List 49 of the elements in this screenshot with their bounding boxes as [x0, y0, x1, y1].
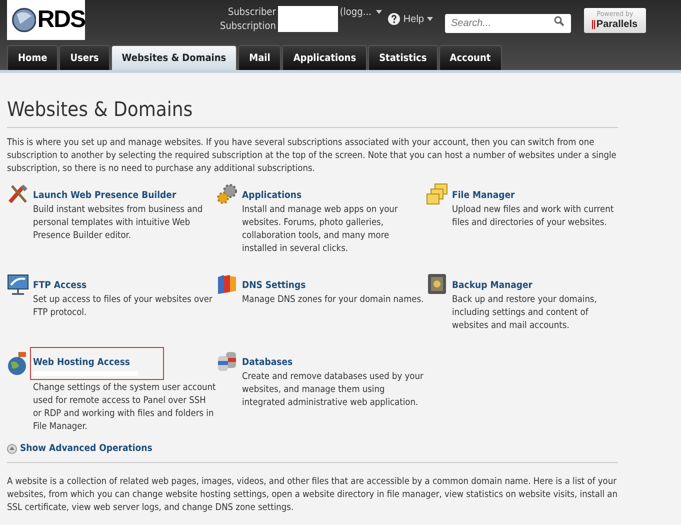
nav-tab[interactable]: Statistics — [368, 45, 438, 70]
tool-link[interactable]: Backup Manager — [452, 280, 532, 291]
tool-link[interactable]: DNS Settings — [242, 280, 306, 291]
nav-tab[interactable]: Account — [438, 45, 502, 70]
login-menu[interactable]: (logg... — [340, 7, 372, 18]
tool-description: Create and remove databases used by your websites, and manage them using integrated administrative web application. — [242, 370, 424, 409]
help-icon — [388, 13, 400, 25]
redaction-box — [278, 6, 338, 32]
tool-link[interactable]: Web Hosting Access — [33, 357, 130, 368]
intro-text: This is where you set up and manage websites. If you have several subscriptions associated with your account, then you can switch from one subscription to another by selecting the required subscription at the top of the screen. Note that you can host a number of websites under a single subscription, so there is no need to purchase any additional subscriptions. — [7, 136, 618, 175]
tool-description: Change settings of the system user account used for remote access to Panel over SSH or RDP and working with files and folders in File Manager. — [33, 381, 216, 433]
tool-description: Upload new files and work with current files and directories of your websites. — [452, 203, 615, 229]
tool-description: Set up access to files of your websites over FTP protocol. — [33, 293, 214, 319]
gears-icon — [216, 183, 238, 205]
tool-link[interactable]: File Manager — [452, 190, 515, 201]
nav-tab[interactable]: Home — [7, 45, 58, 70]
expand-icon — [7, 444, 17, 454]
monitor-icon — [7, 273, 29, 295]
tool-link[interactable]: Databases — [242, 357, 293, 368]
tool-description: Back up and restore your domains, including settings and content of websites and mail accounts. — [452, 293, 598, 332]
logo[interactable]: RDS — [7, 0, 85, 40]
advanced-operations-link[interactable]: Show Advanced Operations — [20, 443, 152, 454]
search-field[interactable]: Search... — [445, 14, 571, 33]
tool-description: Install and manage web apps on your websites. Forums, photo galleries, collaboration tools, and many more installed in several clicks. — [242, 203, 399, 255]
books-icon — [216, 273, 238, 295]
safe-icon — [426, 273, 448, 295]
logo-text: RDS — [37, 6, 85, 34]
nav-tab[interactable]: Users — [59, 45, 110, 70]
subscription-label: Subscription — [220, 20, 276, 34]
globe-flag-icon — [7, 350, 29, 376]
caret-icon — [376, 10, 382, 14]
tool-link[interactable]: Applications — [242, 190, 302, 201]
nav-tab[interactable]: Applications — [282, 45, 368, 70]
page-title: Websites & Domains — [7, 97, 194, 121]
tool-description: Manage DNS zones for your domain names. — [242, 293, 425, 306]
subscriber-label: Subscriber — [228, 6, 276, 20]
tool-link[interactable]: Launch Web Presence Builder — [33, 190, 176, 201]
websites-description: A website is a collection of related web pages, images, videos, and other files that are accessible by a common domain name. Here is a list of your websites, from which you can change website hosting settings, open a website directory in file manager, view statistics on website visits, install an SSL certificate, view web server logs, and change DNS zone settings. — [7, 475, 618, 514]
hammer-pencil-icon — [7, 183, 29, 205]
folders-icon — [426, 183, 448, 205]
help-menu[interactable]: Help — [388, 13, 433, 25]
caret-icon — [427, 17, 433, 21]
nav-tab[interactable]: Mail — [238, 45, 282, 70]
database-icon — [216, 350, 238, 372]
nav-tab[interactable]: Websites & Domains — [110, 45, 238, 70]
tool-description: Build instant websites from business and personal templates with intuitive Web Presence Builder editor. — [33, 203, 204, 242]
search-icon — [554, 16, 564, 26]
tool-link[interactable]: FTP Access — [33, 280, 87, 291]
brand-text: Parallels — [592, 19, 638, 30]
